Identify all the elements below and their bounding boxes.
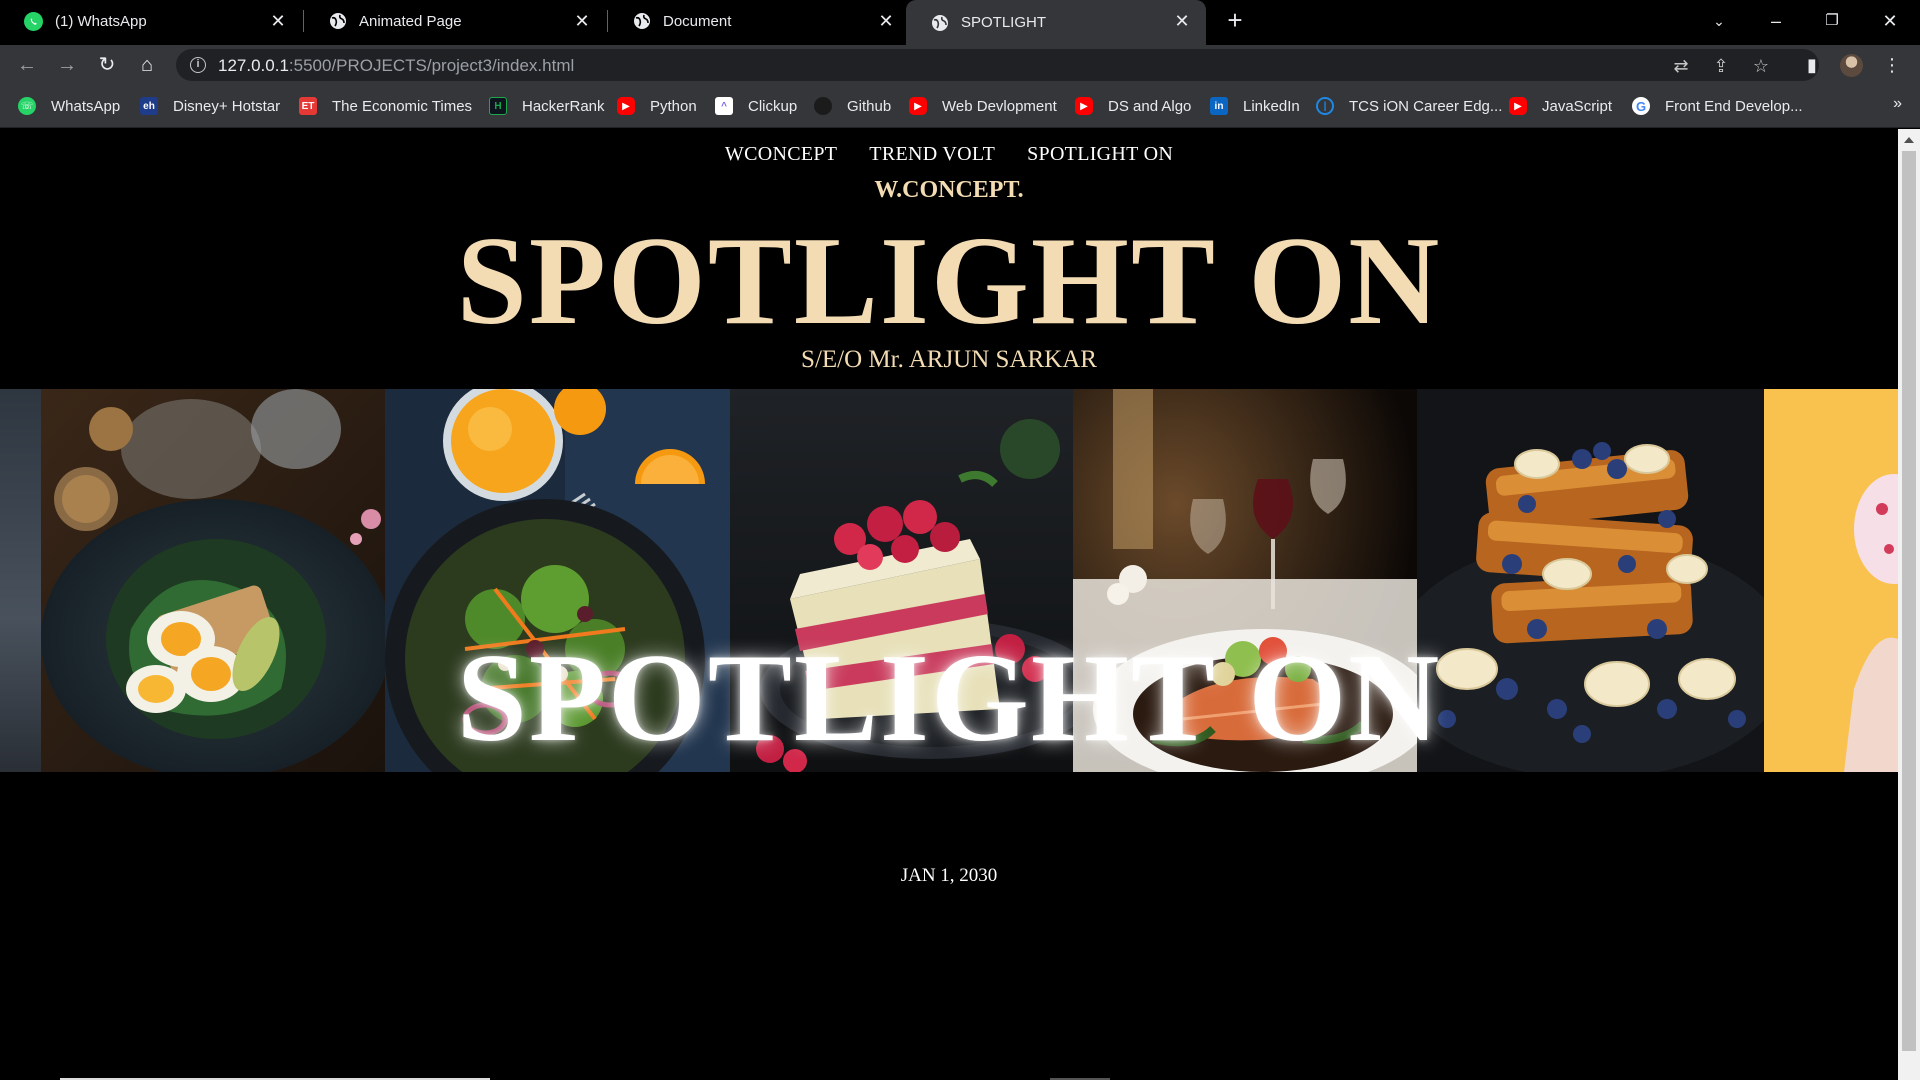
bookmark-label: DS and Algo (1108, 97, 1192, 115)
avatar[interactable] (1840, 54, 1863, 77)
et-icon: ET (299, 97, 317, 115)
bookmark-label: Disney+ Hotstar (173, 97, 281, 115)
close-tab-icon[interactable]: ✕ (268, 11, 288, 31)
tab-label: (1) WhatsApp (55, 12, 147, 30)
brand-logo-text: W.CONCEPT. (874, 177, 1024, 203)
new-tab-button[interactable]: + (1222, 7, 1248, 34)
close-window-button[interactable]: ✕ (1870, 6, 1910, 36)
reload-icon[interactable]: ↻ (92, 50, 122, 80)
scroll-up-icon[interactable] (1904, 137, 1914, 143)
back-arrow-icon[interactable]: ← (12, 50, 42, 80)
tab-animated-page[interactable]: Animated Page ✕ (304, 0, 606, 42)
youtube-icon: ▶ (909, 97, 927, 115)
hackerrank-icon: H (489, 97, 507, 115)
clickup-icon: ^ (715, 97, 733, 115)
bookmark-label: HackerRank (522, 97, 605, 115)
tab-label: Document (663, 12, 732, 30)
tab-spotlight[interactable]: SPOTLIGHT ✕ (906, 0, 1206, 45)
github-icon (814, 97, 832, 115)
hotstar-icon: eh (140, 97, 158, 115)
globe-icon (328, 12, 347, 31)
globe-icon (632, 12, 651, 31)
close-tab-icon[interactable]: ✕ (572, 11, 592, 31)
whatsapp-icon (24, 11, 43, 31)
site-nav: WCONCEPT TREND VOLT SPOTLIGHT ON (0, 143, 1898, 166)
bookmark-linkedin[interactable]: in LinkedIn (1210, 95, 1300, 117)
youtube-icon: ▶ (617, 97, 635, 115)
bookmark-label: WhatsApp (51, 97, 121, 115)
bookmark-economic-times[interactable]: ET The Economic Times (299, 95, 472, 117)
bookmark-github[interactable]: Github (814, 95, 891, 117)
tab-document[interactable]: Document ✕ (608, 0, 910, 42)
tab-strip: (1) WhatsApp ✕ Animated Page ✕ Document … (0, 0, 1920, 45)
tab-whatsapp[interactable]: (1) WhatsApp ✕ (0, 0, 302, 42)
page-viewport: WCONCEPT TREND VOLT SPOTLIGHT ON W.CONCE… (0, 129, 1898, 1080)
side-panel-icon[interactable]: ▮ (1797, 50, 1827, 80)
close-tab-icon[interactable]: ✕ (1172, 11, 1192, 31)
page-scrollbar[interactable] (1898, 129, 1920, 1080)
bookmark-hotstar[interactable]: eh Disney+ Hotstar (140, 95, 280, 117)
hero-title-glow: SPOTLIGHT ON (456, 629, 1442, 768)
star-icon[interactable]: ☆ (1749, 54, 1773, 78)
google-icon: G (1632, 97, 1650, 115)
bookmark-label: Front End Develop... (1665, 97, 1803, 115)
bookmark-clickup[interactable]: ^ Clickup (715, 95, 797, 117)
bookmark-label: Clickup (748, 97, 798, 115)
bookmark-web-devlopment[interactable]: ▶ Web Devlopment (909, 95, 1057, 117)
home-icon[interactable]: ⌂ (132, 50, 162, 80)
bookmark-whatsapp[interactable]: ☏ WhatsApp (18, 95, 120, 117)
power-icon: | (1316, 97, 1334, 115)
whatsapp-icon: ☏ (18, 97, 36, 115)
publish-date: JAN 1, 2030 (900, 865, 998, 886)
forward-arrow-icon[interactable]: → (52, 50, 82, 80)
menu-kebab-icon[interactable]: ⋮ (1877, 50, 1907, 80)
bookmark-label: Web Devlopment (942, 97, 1057, 115)
url-text: 127.0.0.1:5500/PROJECTS/project3/index.h… (218, 56, 575, 75)
bookmark-front-end[interactable]: G Front End Develop... (1632, 95, 1803, 117)
bookmark-javascript[interactable]: ▶ JavaScript (1509, 95, 1612, 117)
nav-link-wconcept[interactable]: WCONCEPT (725, 143, 837, 166)
tab-label: SPOTLIGHT (961, 14, 1047, 31)
nav-link-spotlight-on[interactable]: SPOTLIGHT ON (1027, 143, 1173, 166)
translate-icon[interactable]: ⇄ (1669, 54, 1693, 78)
bookmark-label: LinkedIn (1243, 97, 1300, 115)
youtube-icon: ▶ (1075, 97, 1093, 115)
browser-toolbar: ← → ↻ ⌂ i 127.0.0.1:5500/PROJECTS/projec… (0, 45, 1920, 85)
bookmark-label: JavaScript (1542, 97, 1613, 115)
bookmarks-overflow-icon[interactable]: » (1893, 95, 1902, 113)
bookmark-hackerrank[interactable]: H HackerRank (489, 95, 605, 117)
tab-label: Animated Page (359, 12, 462, 30)
nav-link-trend-volt[interactable]: TREND VOLT (869, 143, 995, 166)
bookmark-ds-and-algo[interactable]: ▶ DS and Algo (1075, 95, 1191, 117)
youtube-icon: ▶ (1509, 97, 1527, 115)
tab-search-icon[interactable]: ⌄ (1699, 6, 1739, 36)
bookmark-python[interactable]: ▶ Python (617, 95, 697, 117)
globe-icon (930, 13, 949, 32)
bookmarks-bar: ☏ WhatsApp eh Disney+ Hotstar ET The Eco… (0, 85, 1920, 128)
bookmark-tcs-ion[interactable]: | TCS iON Career Edg... (1316, 95, 1502, 117)
scrollbar-thumb[interactable] (1902, 151, 1916, 1051)
bookmark-label: The Economic Times (332, 97, 473, 115)
bookmark-label: TCS iON Career Edg... (1349, 97, 1503, 115)
address-bar[interactable]: i 127.0.0.1:5500/PROJECTS/project3/index… (176, 49, 1819, 81)
restore-button[interactable]: ❐ (1812, 6, 1852, 36)
hero-title: SPOTLIGHT ON (456, 212, 1442, 351)
minimize-button[interactable]: – (1756, 6, 1796, 36)
linkedin-icon: in (1210, 97, 1228, 115)
share-icon[interactable]: ⇪ (1709, 54, 1733, 78)
close-tab-icon[interactable]: ✕ (876, 11, 896, 31)
bookmark-label: Python (650, 97, 697, 115)
site-info-icon[interactable]: i (190, 57, 206, 73)
byline: S/E/O Mr. ARJUN SARKAR (801, 346, 1097, 373)
bookmark-label: Github (847, 97, 892, 115)
